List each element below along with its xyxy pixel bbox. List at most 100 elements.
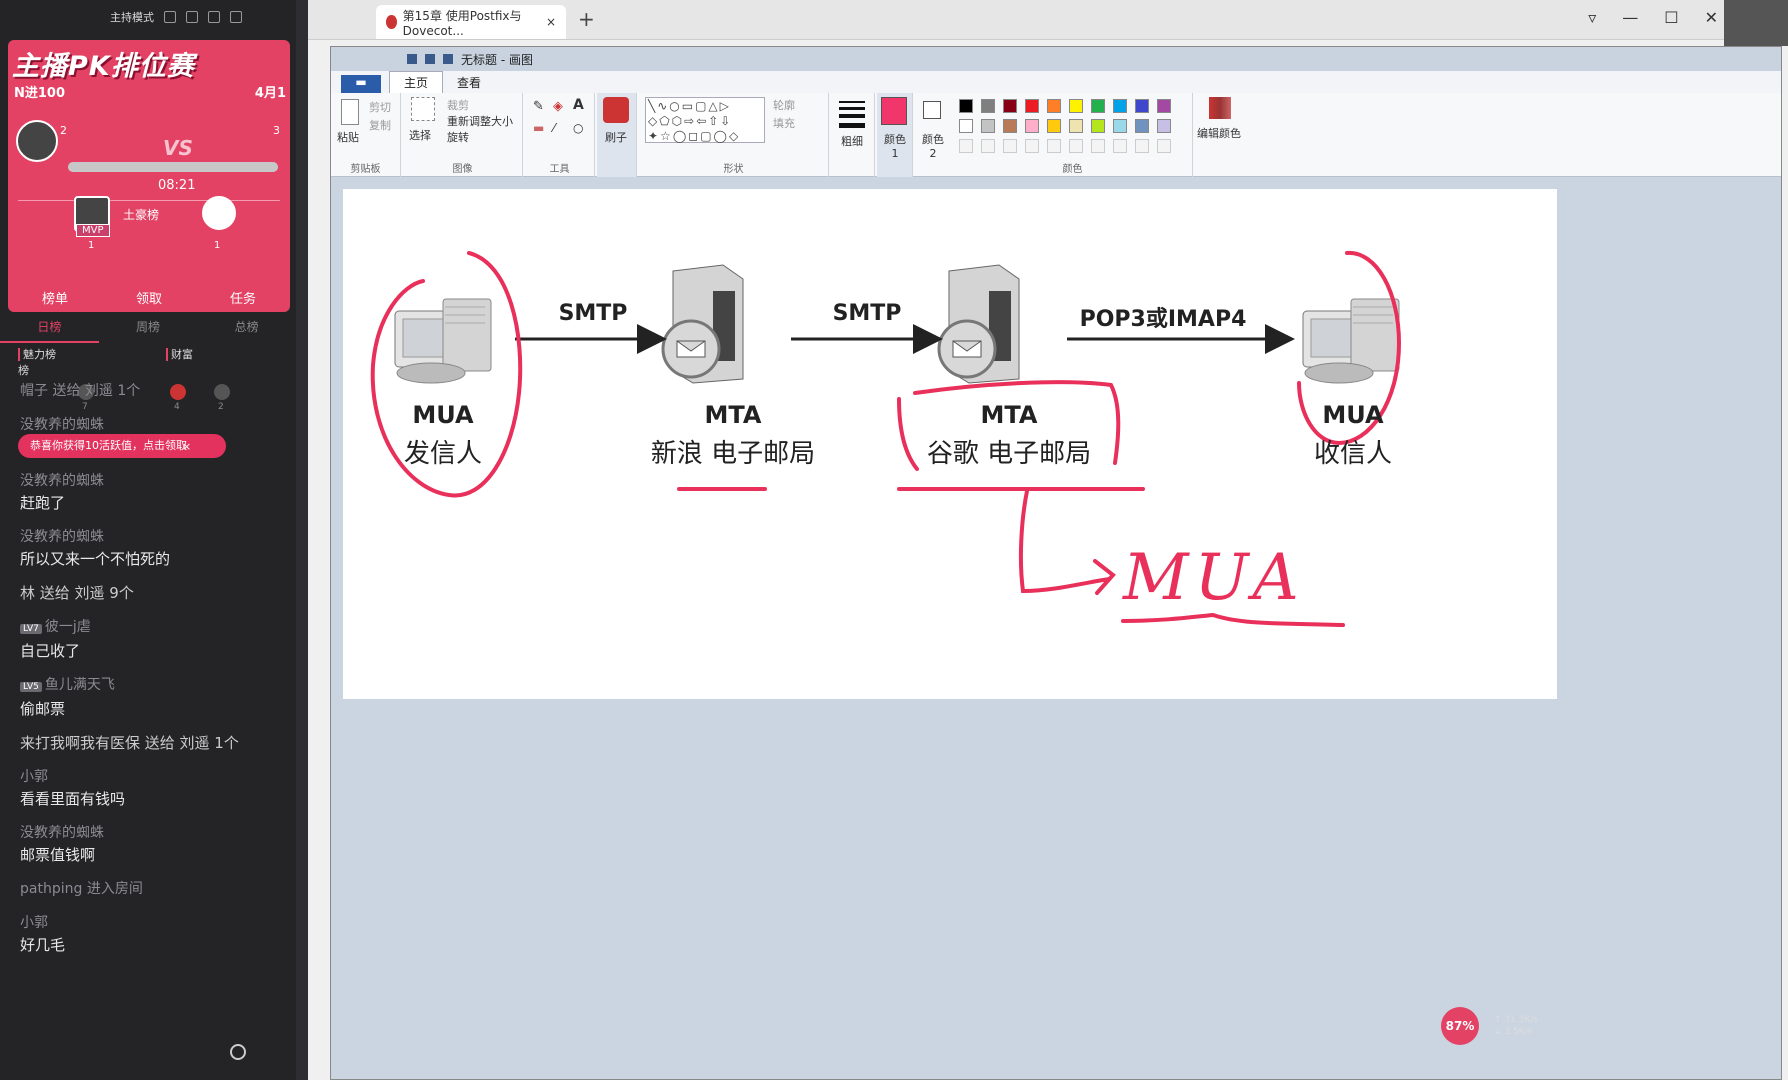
resize-button[interactable]: 重新调整大小 bbox=[447, 113, 513, 129]
color2-group[interactable]: 颜色 2 bbox=[915, 93, 951, 177]
pk-nav-rank[interactable]: 榜单 bbox=[42, 288, 68, 307]
pk-nav-claim[interactable]: 领取 bbox=[136, 288, 162, 307]
penguin-avatar[interactable] bbox=[202, 196, 236, 230]
empty-swatch[interactable] bbox=[1003, 139, 1017, 153]
ribbon: 粘贴 剪切 复制 剪贴板 选择 裁剪 重新调整大小 旋转 图像 ✎ ◈ A ▬ … bbox=[331, 93, 1781, 177]
browser-tab[interactable]: 第15章 使用Postfix与Dovecot... × bbox=[376, 5, 566, 39]
color-swatch[interactable] bbox=[1047, 99, 1061, 113]
paste-button[interactable]: 粘贴 bbox=[337, 129, 359, 145]
tab-home[interactable]: 主页 bbox=[389, 71, 444, 93]
tab-total[interactable]: 总榜 bbox=[197, 312, 296, 343]
magnifier-icon[interactable]: ○ bbox=[573, 121, 583, 135]
color-swatch[interactable] bbox=[959, 119, 973, 133]
group-label: 颜色 bbox=[1062, 164, 1083, 175]
list-item: 没教养的蜘蛛 赶跑了 bbox=[20, 473, 104, 512]
rotate-button[interactable]: 旋转 bbox=[447, 129, 469, 145]
color-swatch[interactable] bbox=[959, 99, 973, 113]
pk-left-tag: N进100 bbox=[14, 86, 66, 101]
tab-view[interactable]: 查看 bbox=[443, 72, 495, 93]
select-button[interactable]: 选择 bbox=[409, 127, 431, 143]
close-icon[interactable]: × bbox=[546, 15, 556, 29]
fill-button[interactable]: 填充 bbox=[773, 115, 795, 131]
shirt-icon[interactable]: ▿ bbox=[1588, 8, 1596, 27]
color1-group[interactable]: 颜色 1 bbox=[877, 93, 913, 177]
eraser-icon[interactable]: ▬ bbox=[533, 121, 544, 135]
color-swatch[interactable] bbox=[1157, 99, 1171, 113]
color-swatch[interactable] bbox=[1069, 119, 1083, 133]
color-swatch[interactable] bbox=[1113, 99, 1127, 113]
avatar[interactable] bbox=[16, 120, 58, 162]
color-swatch[interactable] bbox=[1025, 119, 1039, 133]
fill-icon[interactable]: ◈ bbox=[553, 99, 563, 114]
colors-group: 颜色 bbox=[953, 93, 1193, 177]
empty-swatch[interactable] bbox=[1069, 139, 1083, 153]
notification-pill[interactable]: 恭喜你获得10活跃值，点击领取 bbox=[18, 434, 226, 458]
host-mode-label[interactable]: 主持模式 bbox=[110, 9, 154, 25]
crop-button[interactable]: 裁剪 bbox=[447, 97, 469, 113]
canvas-area: MUA MUA 发信人 SMTP MTA 新浪 电子邮局 SMTP MTA 谷歌… bbox=[331, 177, 1781, 1079]
color-swatch[interactable] bbox=[981, 99, 995, 113]
undo-icon[interactable] bbox=[425, 54, 435, 64]
text-icon[interactable]: A bbox=[573, 97, 584, 113]
color-swatch[interactable] bbox=[1003, 99, 1017, 113]
brush-group[interactable]: 刷子 bbox=[597, 93, 637, 177]
empty-swatch[interactable] bbox=[1113, 139, 1127, 153]
size-button: 粗细 bbox=[841, 135, 863, 148]
outline-button[interactable]: 轮廓 bbox=[773, 97, 795, 113]
close-icon[interactable]: ✕ bbox=[1705, 8, 1718, 27]
close-icon[interactable]: × bbox=[182, 440, 191, 453]
redo-icon[interactable] bbox=[443, 54, 453, 64]
color-swatch[interactable] bbox=[1091, 119, 1105, 133]
minimize-icon[interactable]: — bbox=[1622, 8, 1638, 27]
color-swatch[interactable] bbox=[1047, 119, 1061, 133]
emoji-icon[interactable] bbox=[230, 1044, 246, 1060]
color-swatch[interactable] bbox=[1025, 99, 1039, 113]
copy-button[interactable]: 复制 bbox=[369, 117, 391, 133]
maximize-icon[interactable]: ☐ bbox=[1664, 8, 1678, 27]
color-swatch[interactable] bbox=[981, 119, 995, 133]
minimize-icon[interactable] bbox=[208, 11, 220, 23]
empty-swatch[interactable] bbox=[959, 139, 973, 153]
empty-swatch[interactable] bbox=[1025, 139, 1039, 153]
size-group[interactable]: 粗细 bbox=[831, 93, 875, 177]
file-menu-button[interactable]: ▬ bbox=[341, 75, 381, 93]
new-tab-button[interactable]: + bbox=[578, 7, 595, 31]
tab-weekly[interactable]: 周榜 bbox=[99, 312, 198, 343]
pk-nav: 榜单 领取 任务 bbox=[8, 288, 290, 307]
pk-right-score: 3 bbox=[273, 124, 280, 137]
gear-icon[interactable] bbox=[164, 11, 176, 23]
cut-button[interactable]: 剪切 bbox=[369, 99, 391, 115]
color-swatch[interactable] bbox=[1157, 119, 1171, 133]
browser-window: 第15章 使用Postfix与Dovecot... × + ▿ — ☐ ✕ 无标… bbox=[308, 0, 1788, 1080]
save-icon[interactable] bbox=[407, 54, 417, 64]
empty-swatch[interactable] bbox=[981, 139, 995, 153]
color-swatch[interactable] bbox=[1113, 119, 1127, 133]
tab-daily[interactable]: 日榜 bbox=[0, 312, 99, 343]
color-swatch[interactable] bbox=[1135, 119, 1149, 133]
window-icon[interactable] bbox=[186, 11, 198, 23]
edit-colors-group[interactable]: 编辑颜色 bbox=[1195, 93, 1255, 177]
favicon-icon bbox=[386, 15, 397, 29]
pencil-icon[interactable]: ✎ bbox=[533, 99, 544, 114]
empty-swatch[interactable] bbox=[1135, 139, 1149, 153]
drawing-canvas[interactable]: MUA MUA 发信人 SMTP MTA 新浪 电子邮局 SMTP MTA 谷歌… bbox=[343, 189, 1557, 699]
charm-list-label[interactable]: 魅力榜 bbox=[18, 348, 56, 361]
color-swatch[interactable] bbox=[1069, 99, 1083, 113]
mua-sender-label: MUA bbox=[412, 401, 474, 429]
color-swatch[interactable] bbox=[1135, 99, 1149, 113]
pk-nav-task[interactable]: 任务 bbox=[230, 288, 256, 307]
empty-swatch[interactable] bbox=[1157, 139, 1171, 153]
select-icon[interactable] bbox=[411, 97, 435, 121]
color-swatch[interactable] bbox=[1003, 119, 1017, 133]
performance-ring[interactable]: 87% bbox=[1441, 1007, 1479, 1045]
shapes-gallery[interactable]: ╲∿○▭▢△▷ ◇⬠⬡⇨⇦⇧⇩ ✦☆◯◻▢◯◇ bbox=[645, 97, 765, 143]
color-swatch[interactable] bbox=[1091, 99, 1105, 113]
window-controls: ▿ — ☐ ✕ bbox=[1588, 8, 1718, 27]
empty-swatch[interactable] bbox=[1047, 139, 1061, 153]
picker-icon[interactable]: ⁄ bbox=[553, 121, 555, 135]
paste-icon[interactable] bbox=[341, 99, 359, 125]
server-icon bbox=[661, 264, 744, 384]
empty-swatch[interactable] bbox=[1091, 139, 1105, 153]
close-icon[interactable] bbox=[230, 11, 242, 23]
pk-left-score: 2 bbox=[60, 124, 67, 137]
